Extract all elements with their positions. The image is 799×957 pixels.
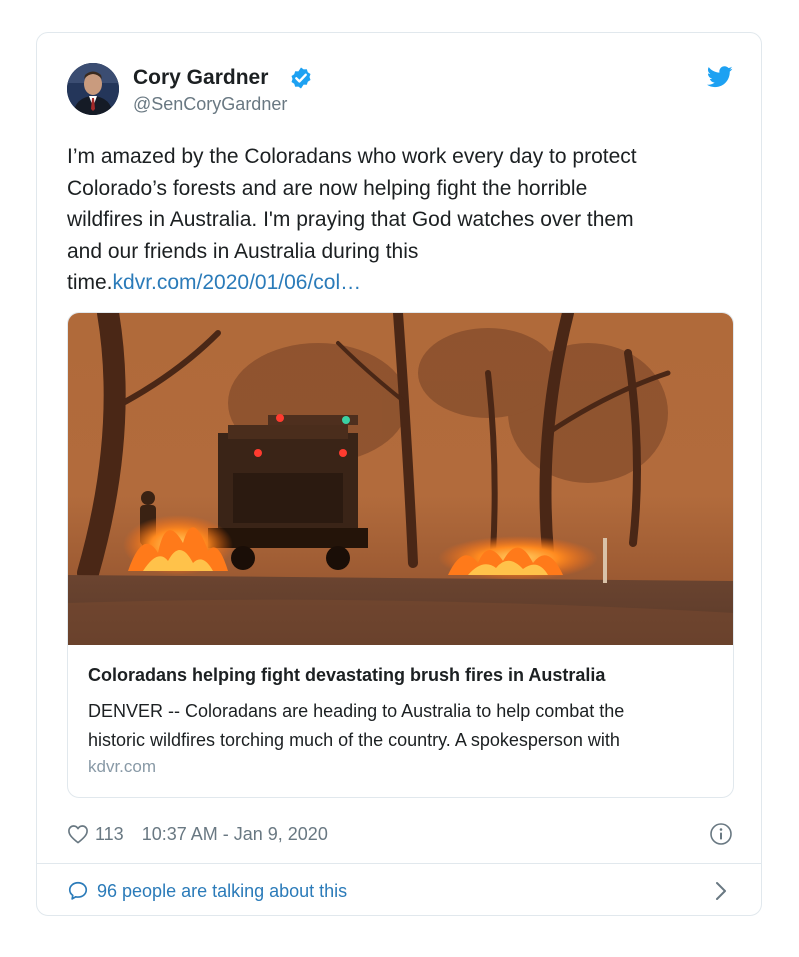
conversation-label[interactable]: 96 people are talking about this xyxy=(97,881,347,902)
card-description-line: historic wildfires torching much of the … xyxy=(88,730,620,750)
card-title[interactable]: Coloradans helping fight devastating bru… xyxy=(88,665,718,686)
author-handle[interactable]: @SenCoryGardner xyxy=(133,94,287,115)
article-link[interactable]: kdvr.com/2020/01/06/col… xyxy=(113,271,362,294)
embedded-tweet: Cory Gardner @SenCoryGardner I’m amazed … xyxy=(36,32,762,916)
tweet-timestamp[interactable]: 10:37 AM - Jan 9, 2020 xyxy=(142,824,328,845)
tweet-text-line: I’m amazed by the Coloradans who work ev… xyxy=(67,145,637,168)
card-description: DENVER -- Coloradans are heading to Aust… xyxy=(88,697,718,755)
conversation-link[interactable]: 96 people are talking about this xyxy=(67,878,347,904)
author-avatar[interactable] xyxy=(67,63,119,115)
bushfire-photo[interactable] xyxy=(68,313,734,645)
link-card[interactable]: Coloradans helping fight devastating bru… xyxy=(67,312,734,798)
tweet-text-end: time. xyxy=(67,271,113,294)
tweet-meta: 113 10:37 AM - Jan 9, 2020 xyxy=(67,821,328,847)
tweet-text-line: wildfires in Australia. I'm praying that… xyxy=(67,208,634,231)
author-name[interactable]: Cory Gardner xyxy=(133,66,268,90)
speech-bubble-icon xyxy=(68,881,88,900)
divider xyxy=(37,863,761,864)
tweet-text-line: Colorado’s forests and are now helping f… xyxy=(67,176,588,200)
card-description-line: DENVER -- Coloradans are heading to Aust… xyxy=(88,701,625,721)
info-icon[interactable] xyxy=(709,822,733,846)
like-count[interactable]: 113 xyxy=(95,824,124,845)
card-domain: kdvr.com xyxy=(88,757,157,776)
heart-icon[interactable] xyxy=(67,824,89,844)
chevron-right-icon[interactable] xyxy=(713,880,729,902)
tweet-text: I’m amazed by the Coloradans who work ev… xyxy=(67,141,727,299)
tweet-text-line: time.kdvr.com/2020/01/06/col… xyxy=(67,267,727,299)
verified-badge-icon xyxy=(291,67,311,89)
tweet-text-line: and our friends in Australia during this xyxy=(67,239,419,263)
twitter-bird-icon[interactable] xyxy=(707,66,733,88)
